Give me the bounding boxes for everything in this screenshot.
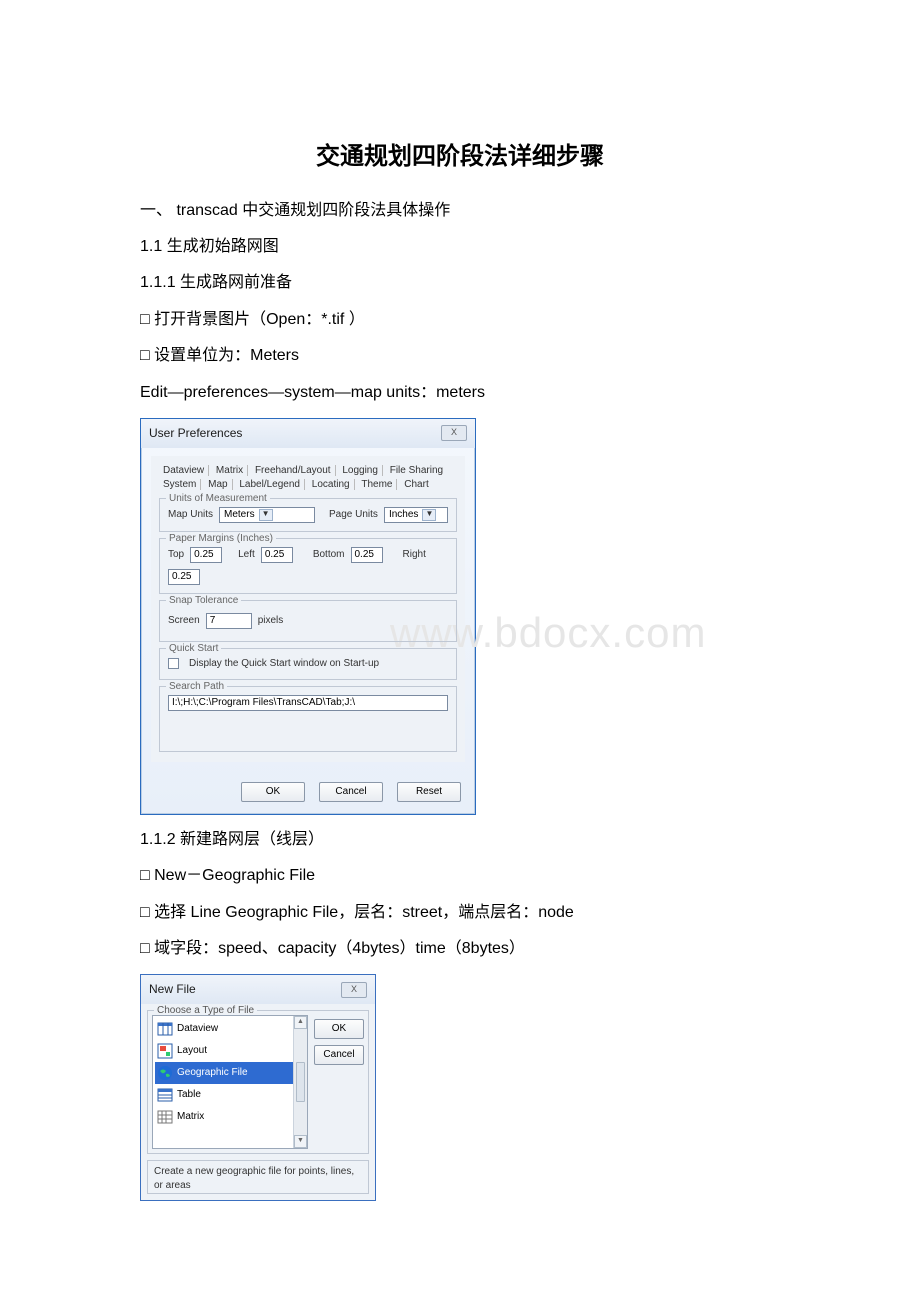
list-item-geographic-file[interactable]: Geographic File <box>155 1062 305 1084</box>
group-legend: Paper Margins (Inches) <box>166 532 276 546</box>
reset-button[interactable]: Reset <box>397 782 461 802</box>
tab-chart[interactable]: Chart <box>400 479 432 490</box>
group-legend: Search Path <box>166 680 227 694</box>
bottom-input[interactable]: 0.25 <box>351 547 383 563</box>
bottom-label: Bottom <box>313 548 345 562</box>
group-legend: Quick Start <box>166 642 221 656</box>
list-item-label: Table <box>177 1088 201 1102</box>
right-label: Right <box>403 548 426 562</box>
units-group: Units of Measurement Map Units Meters ▼ … <box>159 498 457 532</box>
ok-button[interactable]: OK <box>241 782 305 802</box>
quickstart-checkbox[interactable] <box>168 658 179 669</box>
description-text: Create a new geographic file for points,… <box>147 1160 369 1194</box>
map-units-label: Map Units <box>168 508 213 522</box>
tab-file-sharing[interactable]: File Sharing <box>386 465 447 476</box>
quickstart-label: Display the Quick Start window on Start-… <box>189 657 379 671</box>
file-type-list[interactable]: Dataview Layout Geographic File <box>152 1015 308 1149</box>
scroll-down-icon[interactable]: ▼ <box>294 1135 307 1148</box>
scroll-up-icon[interactable]: ▲ <box>294 1016 307 1029</box>
combo-value: Meters <box>224 508 255 522</box>
list-item-label: Matrix <box>177 1110 204 1124</box>
close-icon[interactable]: X <box>341 982 367 998</box>
tab-theme[interactable]: Theme <box>357 479 397 490</box>
left-input[interactable]: 0.25 <box>261 547 293 563</box>
screen-input[interactable]: 7 <box>206 613 252 629</box>
tab-locating[interactable]: Locating <box>308 479 355 490</box>
tab-logging[interactable]: Logging <box>338 465 383 476</box>
group-legend: Units of Measurement <box>166 492 270 506</box>
para: □ 域字段：speed、capacity（4bytes）time（8bytes） <box>140 938 780 960</box>
chevron-down-icon[interactable]: ▼ <box>422 509 436 521</box>
table-icon <box>157 1087 173 1103</box>
searchpath-group: Search Path I:\;H:\;C:\Program Files\Tra… <box>159 686 457 752</box>
page-title: 交通规划四阶段法详细步骤 <box>140 140 780 174</box>
top-label: Top <box>168 548 184 562</box>
combo-value: Inches <box>389 508 418 522</box>
close-icon[interactable]: X <box>441 425 467 441</box>
tab-strip: Dataview Matrix Freehand/Layout Logging … <box>159 464 457 492</box>
list-item-label: Layout <box>177 1044 207 1058</box>
chevron-down-icon[interactable]: ▼ <box>259 509 273 521</box>
cancel-button[interactable]: Cancel <box>314 1045 364 1065</box>
tab-system[interactable]: System <box>159 479 201 490</box>
para: □ New－Geographic File <box>140 865 780 887</box>
list-item-layout[interactable]: Layout <box>155 1040 305 1062</box>
list-item-table[interactable]: Table <box>155 1084 305 1106</box>
pixels-label: pixels <box>258 614 284 628</box>
dialog-titlebar: User Preferences X <box>141 419 475 448</box>
searchpath-input[interactable]: I:\;H:\;C:\Program Files\TransCAD\Tab;J:… <box>168 695 448 711</box>
ok-button[interactable]: OK <box>314 1019 364 1039</box>
margins-group: Paper Margins (Inches) Top 0.25 Left 0.2… <box>159 538 457 594</box>
new-file-dialog: New File X Choose a Type of File Datavie… <box>140 974 376 1201</box>
dialog-title: New File <box>149 981 196 998</box>
para: 1.1 生成初始路网图 <box>140 236 780 258</box>
choose-type-group: Choose a Type of File Dataview Layout <box>147 1010 369 1154</box>
para: 1.1.2 新建路网层（线层） <box>140 829 780 851</box>
quickstart-group: Quick Start Display the Quick Start wind… <box>159 648 457 680</box>
screen-label: Screen <box>168 614 200 628</box>
right-input[interactable]: 0.25 <box>168 569 200 585</box>
list-item-matrix[interactable]: Matrix <box>155 1106 305 1128</box>
para: 一、 transcad 中交通规划四阶段法具体操作 <box>140 200 780 222</box>
tab-dataview[interactable]: Dataview <box>159 465 209 476</box>
para: Edit—preferences—system—map units：meters <box>140 382 780 404</box>
para: 1.1.1 生成路网前准备 <box>140 272 780 294</box>
para: □ 设置单位为：Meters <box>140 345 780 367</box>
map-units-combo[interactable]: Meters ▼ <box>219 507 315 523</box>
dialog-title: User Preferences <box>149 425 242 442</box>
tab-freehand-layout[interactable]: Freehand/Layout <box>251 465 336 476</box>
group-legend: Snap Tolerance <box>166 594 241 608</box>
button-row: OK Cancel Reset <box>141 772 475 814</box>
list-item-label: Dataview <box>177 1022 218 1036</box>
cancel-button[interactable]: Cancel <box>319 782 383 802</box>
snap-group: Snap Tolerance Screen 7 pixels <box>159 600 457 642</box>
matrix-icon <box>157 1109 173 1125</box>
tab-label-legend[interactable]: Label/Legend <box>235 479 305 490</box>
tab-matrix[interactable]: Matrix <box>212 465 248 476</box>
list-item-dataview[interactable]: Dataview <box>155 1018 305 1040</box>
page-units-combo[interactable]: Inches ▼ <box>384 507 448 523</box>
para: □ 选择 Line Geographic File，层名：street，端点层名… <box>140 902 780 924</box>
left-label: Left <box>238 548 255 562</box>
tab-map[interactable]: Map <box>204 479 232 490</box>
dialog-titlebar: New File X <box>141 975 375 1004</box>
para: □ 打开背景图片（Open：*.tif ） <box>140 309 780 331</box>
globe-icon <box>157 1065 173 1081</box>
top-input[interactable]: 0.25 <box>190 547 222 563</box>
list-item-label: Geographic File <box>177 1066 248 1080</box>
table-icon <box>157 1021 173 1037</box>
scroll-thumb[interactable] <box>296 1062 305 1102</box>
scrollbar[interactable]: ▲ ▼ <box>293 1016 307 1148</box>
page-units-label: Page Units <box>329 508 378 522</box>
user-preferences-dialog: User Preferences X Dataview Matrix Freeh… <box>140 418 476 815</box>
layout-icon <box>157 1043 173 1059</box>
